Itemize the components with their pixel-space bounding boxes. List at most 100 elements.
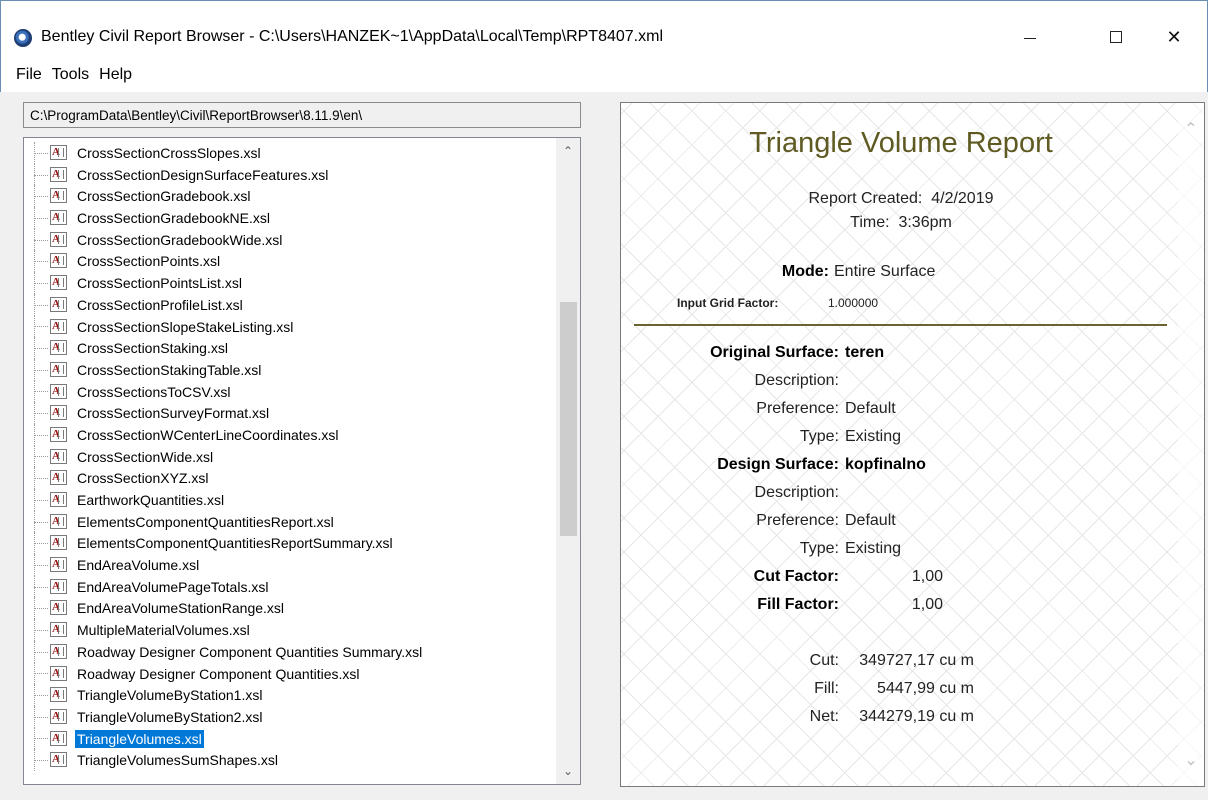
tree-item-label[interactable]: CrossSectionGradebookNE.xsl (75, 209, 272, 227)
tree-item-label[interactable]: CrossSectionProfileList.xsl (75, 296, 245, 314)
report-time-value: 3:36pm (898, 214, 952, 231)
report-scroll-up-icon[interactable]: ⌃ (1178, 117, 1204, 141)
tree-item-label[interactable]: CrossSectionPointsList.xsl (75, 274, 244, 292)
xsl-file-icon: A (50, 513, 67, 529)
tree-item-label[interactable]: EndAreaVolumeStationRange.xsl (75, 599, 286, 617)
xsl-file-icon: A (50, 383, 67, 399)
tree-item-label[interactable]: MultipleMaterialVolumes.xsl (75, 621, 252, 639)
tree-item[interactable]: A TriangleVolumeByStation1.xsl (24, 684, 556, 706)
tree-item[interactable]: A EndAreaVolumeStationRange.xsl (24, 597, 556, 620)
file-list-scrollbar[interactable]: ⌃ ⌄ (556, 138, 580, 784)
tree-item-label[interactable]: CrossSectionWCenterLineCoordinates.xsl (75, 426, 340, 444)
tree-item[interactable]: A Roadway Designer Component Quantities.x… (24, 662, 556, 685)
close-icon: ✕ (1166, 26, 1182, 47)
report-scroll-down-icon[interactable]: ⌄ (1178, 748, 1204, 772)
tree-item[interactable]: A ElementsComponentQuantitiesReportSummar… (24, 532, 556, 555)
tree-item[interactable]: A CrossSectionProfileList.xsl (24, 293, 556, 316)
xsl-file-icon: A (50, 643, 67, 659)
tree-item[interactable]: A EndAreaVolume.xsl (24, 554, 556, 576)
design-description-label: Description: (754, 484, 839, 501)
menu-help[interactable]: Help (94, 66, 137, 84)
tree-item[interactable]: A ElementsComponentQuantitiesReport.xsl (24, 510, 556, 533)
net-value: 344279,19 cu m (859, 708, 974, 725)
xsl-file-icon: A (50, 535, 67, 551)
minimize-button[interactable] (1007, 21, 1053, 53)
tree-item[interactable]: A CrossSectionGradebook.xsl (24, 185, 556, 208)
tree-item-label[interactable]: CrossSectionGradebookWide.xsl (75, 231, 284, 249)
tree-item[interactable]: A CrossSectionSlopeStakeListing.xsl (24, 315, 556, 338)
tree-item[interactable]: A CrossSectionGradebookWide.xsl (24, 228, 556, 251)
tree-item[interactable]: A CrossSectionPointsList.xsl (24, 272, 556, 294)
tree-item[interactable]: A CrossSectionWCenterLineCoordinates.xsl (24, 423, 556, 446)
fill-factor-value: 1,00 (911, 596, 943, 613)
tree-item-label[interactable]: CrossSectionXYZ.xsl (75, 469, 210, 487)
tree-item-label[interactable]: CrossSectionCrossSlopes.xsl (75, 144, 263, 162)
report-view[interactable]: Triangle Volume Report Report Created: 4… (620, 102, 1205, 787)
xsl-file-icon: A (50, 188, 67, 204)
maximize-button[interactable] (1093, 21, 1139, 53)
tree-item-label[interactable]: Roadway Designer Component Quantities Su… (75, 643, 424, 661)
tree-item[interactable]: A EndAreaVolumePageTotals.xsl (24, 575, 556, 598)
tree-item[interactable]: A CrossSectionWide.xsl (24, 445, 556, 468)
tree-item-label[interactable]: ElementsComponentQuantitiesReportSummary… (75, 534, 395, 552)
menu-file[interactable]: File (11, 66, 47, 84)
bentley-app-icon[interactable] (14, 29, 32, 47)
tree-item[interactable]: A TriangleVolumes.xsl (24, 727, 556, 750)
tree-item-label[interactable]: Roadway Designer Component Quantities.xs… (75, 665, 361, 683)
original-preference-label: Preference: (756, 400, 839, 417)
tree-connector (34, 738, 48, 740)
tree-connector (34, 456, 48, 458)
tree-item[interactable]: A MultipleMaterialVolumes.xsl (24, 619, 556, 641)
xsl-file-icon: A (50, 730, 67, 746)
tree-item[interactable]: A TriangleVolumeByStation2.xsl (24, 705, 556, 728)
tree-connector (34, 499, 48, 501)
tree-item-label[interactable]: CrossSectionSurveyFormat.xsl (75, 404, 271, 422)
tree-item[interactable]: A EarthworkQuantities.xsl (24, 489, 556, 511)
tree-connector (34, 673, 48, 675)
tree-item[interactable]: A CrossSectionGradebookNE.xsl (24, 207, 556, 229)
xsl-file-icon: A (50, 708, 67, 724)
tree-item[interactable]: A CrossSectionsToCSV.xsl (24, 380, 556, 403)
report-time-line: Time: 3:36pm (621, 214, 1181, 232)
xsl-file-icon: A (50, 405, 67, 421)
tree-item-label[interactable]: TriangleVolumeByStation1.xsl (75, 686, 264, 704)
tree-item-label[interactable]: CrossSectionWide.xsl (75, 448, 215, 466)
tree-item[interactable]: A TriangleVolumesSumShapes.xsl (24, 749, 556, 771)
tree-item[interactable]: A CrossSectionSurveyFormat.xsl (24, 402, 556, 424)
tree-item-label[interactable]: CrossSectionGradebook.xsl (75, 187, 253, 205)
tree-item-label[interactable]: EarthworkQuantities.xsl (75, 491, 226, 509)
tree-item[interactable]: A CrossSectionDesignSurfaceFeatures.xsl (24, 163, 556, 186)
tree-item[interactable]: A CrossSectionStakingTable.xsl (24, 358, 556, 381)
report-scrollbar[interactable]: ⌃ ⌄ (1178, 103, 1204, 786)
tree-connector (34, 391, 48, 393)
tree-connector (34, 326, 48, 328)
tree-item-label[interactable]: CrossSectionPoints.xsl (75, 252, 222, 270)
close-button[interactable]: ✕ (1151, 21, 1197, 53)
tree-item-label[interactable]: CrossSectionStaking.xsl (75, 339, 230, 357)
tree-item[interactable]: A Roadway Designer Component Quantities S… (24, 640, 556, 663)
menu-tools[interactable]: Tools (47, 66, 94, 84)
scroll-thumb[interactable] (560, 302, 577, 536)
tree-item-label[interactable]: CrossSectionSlopeStakeListing.xsl (75, 318, 295, 336)
folder-path-field[interactable]: C:\ProgramData\Bentley\Civil\ReportBrows… (23, 102, 581, 128)
tree-item-label[interactable]: CrossSectionsToCSV.xsl (75, 383, 233, 401)
scroll-up-icon[interactable]: ⌃ (556, 140, 580, 162)
tree-item-label[interactable]: CrossSectionStakingTable.xsl (75, 361, 263, 379)
title-bar: Bentley Civil Report Browser - C:\Users\… (0, 0, 1208, 58)
tree-item-label[interactable]: TriangleVolumeByStation2.xsl (75, 708, 264, 726)
tree-item[interactable]: A CrossSectionXYZ.xsl (24, 467, 556, 489)
tree-item-label[interactable]: EndAreaVolume.xsl (75, 556, 201, 574)
tree-item-label[interactable]: ElementsComponentQuantitiesReport.xsl (75, 513, 336, 531)
tree-item[interactable]: A CrossSectionPoints.xsl (24, 250, 556, 273)
report-file-tree[interactable]: A CrossSectionCrossSlopes.xsl A CrossSectio… (23, 137, 581, 785)
tree-item-label[interactable]: EndAreaVolumePageTotals.xsl (75, 578, 270, 596)
tree-item-label[interactable]: TriangleVolumes.xsl (75, 729, 204, 748)
scroll-down-icon[interactable]: ⌄ (556, 760, 580, 782)
tree-item[interactable]: A CrossSectionStaking.xsl (24, 337, 556, 359)
tree-item[interactable]: A CrossSectionCrossSlopes.xsl (24, 142, 556, 164)
xsl-file-icon: A (50, 210, 67, 226)
design-type-value: Existing (845, 540, 902, 557)
report-created-label: Report Created: (808, 190, 923, 207)
tree-item-label[interactable]: CrossSectionDesignSurfaceFeatures.xsl (75, 166, 330, 184)
tree-item-label[interactable]: TriangleVolumesSumShapes.xsl (75, 751, 280, 769)
